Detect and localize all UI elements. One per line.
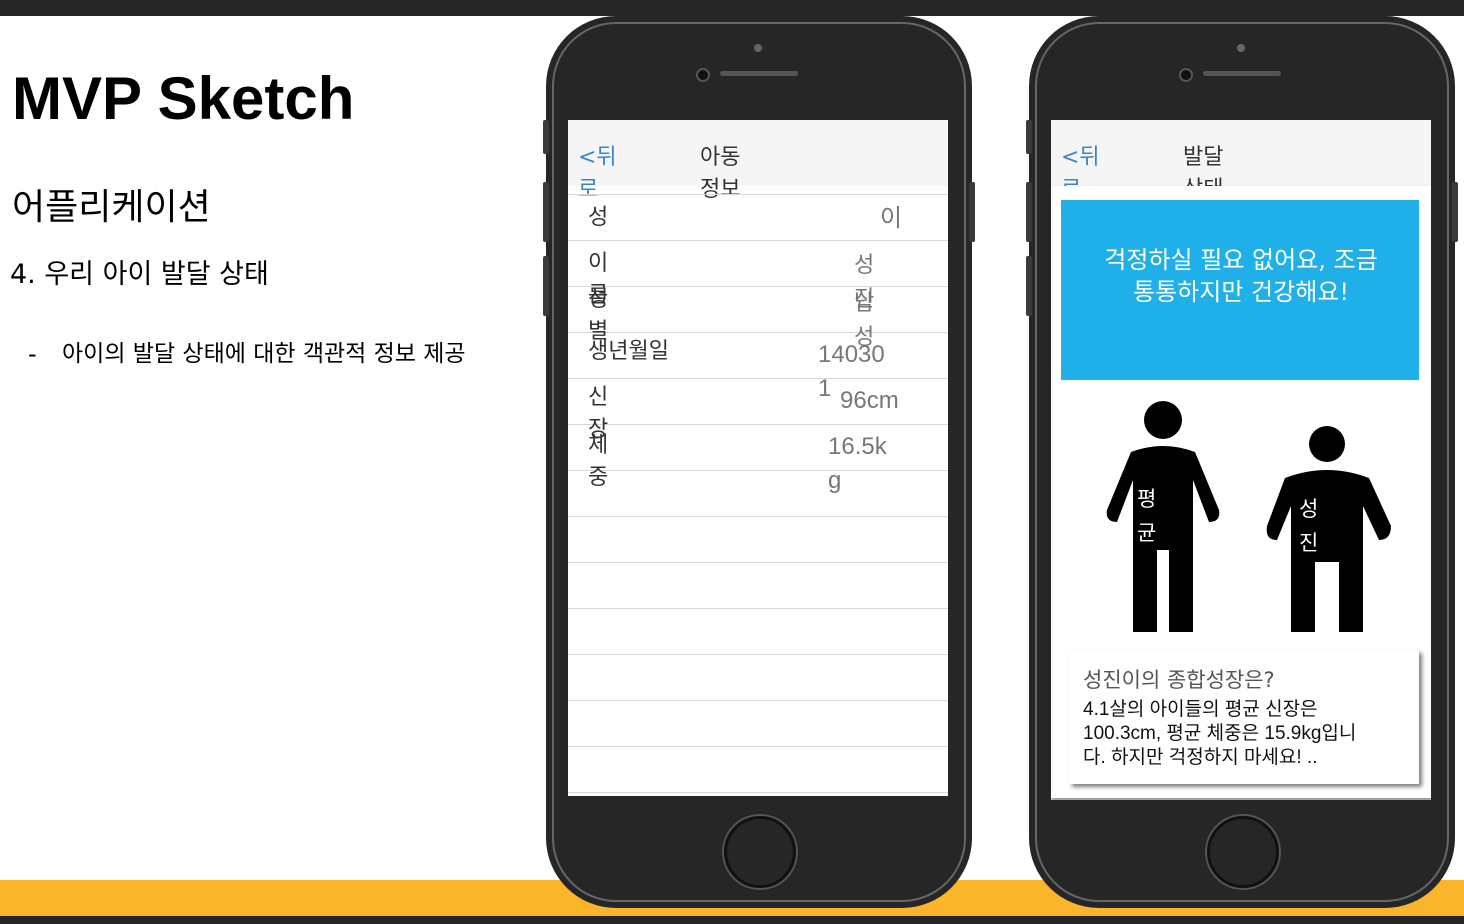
average-figure-label: 평균 <box>1137 487 1157 545</box>
row-divider <box>568 424 948 425</box>
volume-down-button <box>543 256 549 316</box>
label-surname: 성 <box>588 205 609 230</box>
phone-development-status: <뒤로 발달상태 걱정하실 필요 없어요, 조금 통통하지만 건강해요! 평균 … <box>1026 16 1458 908</box>
home-button[interactable] <box>1207 816 1279 888</box>
status-banner: 걱정하실 필요 없어요, 조금 통통하지만 건강해요! <box>1061 200 1419 380</box>
section-title: 어플리케이션 <box>12 187 211 228</box>
row-divider <box>568 240 948 241</box>
volume-up-button <box>543 182 549 242</box>
row-divider <box>568 608 948 609</box>
power-button <box>969 182 975 242</box>
volume-up-button <box>1026 182 1032 242</box>
label-weight: 체중 <box>588 433 609 490</box>
screen: <뒤로 아동정보 성 이 이름 성진 성별 남성 생년월일 140301 신장 … <box>568 120 948 796</box>
sensor-dot <box>1237 44 1245 52</box>
bottom-bar <box>0 916 1464 924</box>
sensor-dot <box>754 44 762 52</box>
speaker-grille <box>1203 71 1281 76</box>
speaker-grille <box>720 71 798 76</box>
nav-bar: <뒤로 발달상태 <box>1051 120 1431 202</box>
row-divider <box>568 194 948 195</box>
row-divider <box>568 792 948 793</box>
bullet-dash: - <box>28 340 37 368</box>
back-button[interactable]: <뒤로 <box>578 142 624 206</box>
nav-bar: <뒤로 아동정보 <box>568 120 948 202</box>
label-birthdate: 생년월일 <box>588 339 669 364</box>
point-title: 4. 우리 아이 발달 상태 <box>10 259 269 290</box>
camera-icon <box>1179 68 1193 82</box>
row-divider <box>568 516 948 517</box>
home-button[interactable] <box>724 816 796 888</box>
value-surname[interactable]: 이 <box>880 202 910 236</box>
row-divider <box>568 654 948 655</box>
nav-title: 아동정보 <box>700 145 741 202</box>
bullet-text: 아이의 발달 상태에 대한 객관적 정보 제공 <box>62 341 466 367</box>
status-message: 걱정하실 필요 없어요, 조금 통통하지만 건강해요! <box>1104 246 1378 306</box>
mute-switch <box>543 120 549 154</box>
power-button <box>1452 182 1458 242</box>
phone-child-info: <뒤로 아동정보 성 이 이름 성진 성별 남성 생년월일 140301 신장 … <box>543 16 975 908</box>
child-figure-label: 성진 <box>1299 497 1319 555</box>
row-divider <box>568 286 948 287</box>
growth-summary-card: 성진이의 종합성장은? 4.1살의 아이들의 평균 신장은 100.3cm, 평… <box>1069 650 1419 784</box>
value-weight[interactable]: 16.5kg <box>828 430 898 498</box>
mute-switch <box>1026 120 1032 154</box>
slide-title: MVP Sketch <box>12 65 355 132</box>
row-divider <box>568 562 948 563</box>
status-card: 걱정하실 필요 없어요, 조금 통통하지만 건강해요! 평균 성진 성진이의 종… <box>1051 186 1431 798</box>
summary-body: 4.1살의 아이들의 평균 신장은 100.3cm, 평균 체중은 15.9kg… <box>1083 699 1357 768</box>
row-divider <box>568 700 948 701</box>
row-divider <box>568 332 948 333</box>
summary-title: 성진이의 종합성장은? <box>1083 668 1275 692</box>
camera-icon <box>696 68 710 82</box>
child-figure <box>1266 426 1391 632</box>
screen: <뒤로 발달상태 걱정하실 필요 없어요, 조금 통통하지만 건강해요! 평균 … <box>1051 120 1431 800</box>
row-divider <box>568 746 948 747</box>
volume-down-button <box>1026 256 1032 316</box>
value-height[interactable]: 96cm <box>840 384 920 418</box>
top-bar <box>0 0 1464 16</box>
